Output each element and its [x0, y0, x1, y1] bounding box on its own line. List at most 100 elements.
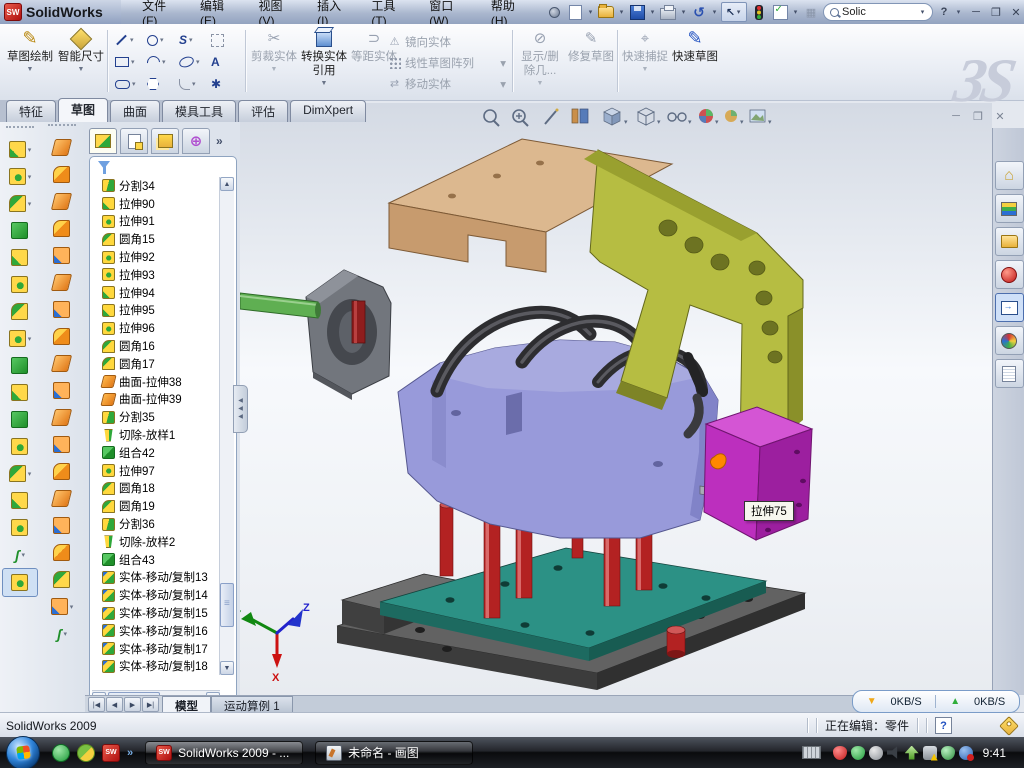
toolbar-grip[interactable]	[48, 124, 76, 132]
keyboard-layout-icon[interactable]	[802, 746, 821, 759]
tag-icon[interactable]	[999, 716, 1019, 736]
first-tab-icon[interactable]: |◀	[88, 697, 105, 712]
appearances-tab[interactable]	[995, 326, 1024, 355]
view-palette-tab[interactable]	[995, 293, 1024, 322]
shell[interactable]	[2, 271, 38, 298]
tree-item-extrude90[interactable]: ▶ 拉伸90	[92, 195, 220, 213]
extend-surface[interactable]	[44, 377, 80, 404]
motion-study-tab[interactable]: 运动算例 1	[211, 696, 293, 713]
tree-item-movecopy13[interactable]: ▶ 实体-移动/复制13	[92, 569, 220, 587]
tree-item-movecopy15[interactable]: ▶ 实体-移动/复制15	[92, 604, 220, 622]
quick-tips-icon[interactable]: ?	[935, 717, 952, 734]
delete-face[interactable]	[44, 431, 80, 458]
quicklaunch-overflow-icon[interactable]: »	[127, 747, 133, 759]
tree-item-extrude91[interactable]: ▶ 拉伸91	[92, 213, 220, 231]
undo-dropdown[interactable]: ▾	[711, 8, 718, 16]
print-icon[interactable]	[659, 3, 677, 21]
tree-item-movecopy17[interactable]: ▶ 实体-移动/复制17	[92, 640, 220, 658]
tree-item-movecopy16[interactable]: ▶ 实体-移动/复制16	[92, 622, 220, 640]
swept-boss[interactable]	[2, 217, 38, 244]
tab-evaluate[interactable]: 评估	[238, 100, 288, 122]
knit-surface[interactable]	[44, 350, 80, 377]
panel-splitter[interactable]: ◀◀◀	[233, 385, 248, 433]
rapid-sketch-button[interactable]: ✎ 快速草图	[671, 28, 719, 65]
extruded-cut[interactable]: ▾	[2, 163, 38, 190]
tree-item-combine42[interactable]: ▶ 组合42	[92, 444, 220, 462]
instant3d[interactable]	[2, 568, 38, 597]
scroll-up-icon[interactable]: ▲	[220, 177, 234, 191]
solidworks-resources-tab[interactable]: ⌂	[995, 161, 1024, 190]
part-clamp-fixture[interactable]	[306, 270, 391, 400]
part-red-cylinder[interactable]	[667, 626, 685, 658]
move-copy-body[interactable]	[2, 433, 38, 460]
thicken[interactable]	[44, 485, 80, 512]
taskbar-button-paint[interactable]: 未命名 - 画图	[315, 741, 473, 765]
lofted-surface[interactable]	[44, 188, 80, 215]
tree-item-cutloft2[interactable]: ▶ 切除-放样2	[92, 533, 220, 551]
rectangle-tool[interactable]: ▾	[112, 51, 144, 73]
model-tab[interactable]: 模型	[162, 696, 211, 713]
design-library-tab[interactable]	[995, 194, 1024, 223]
save-icon[interactable]	[628, 3, 646, 21]
surface-fillet[interactable]	[44, 566, 80, 593]
network-monitor-widget[interactable]: ▼ 0KB/S ▲ 0KB/S	[852, 690, 1020, 713]
pin-toolbar-icon[interactable]	[545, 3, 563, 21]
smart-dimension-button[interactable]: 智能尺寸▼	[57, 28, 105, 74]
new-file-icon[interactable]	[566, 3, 584, 21]
tree-item-combine43[interactable]: ▶ 组合43	[92, 551, 220, 569]
tree-item-movecopy18[interactable]: ▶ 实体-移动/复制18	[92, 658, 220, 675]
tree-item-extrude95[interactable]: ▶ 拉伸95	[92, 302, 220, 320]
volume-icon[interactable]	[887, 746, 901, 760]
swept-surface[interactable]	[44, 134, 80, 161]
tree-item-fillet16[interactable]: ▶ 圆角16	[92, 337, 220, 355]
select-entities-tool[interactable]	[208, 29, 240, 51]
panel-overflow-button[interactable]: »	[213, 134, 226, 148]
property-manager-tab[interactable]	[120, 128, 148, 154]
scroll-down-icon[interactable]: ▼	[220, 661, 234, 675]
convert-entities-button[interactable]: 转换实体引用▼	[300, 28, 348, 88]
planar-surface[interactable]	[44, 269, 80, 296]
tree-item-surface-extrude38[interactable]: ▶ 曲面-拉伸38	[92, 373, 220, 391]
tree-item-extrude94[interactable]: ▶ 拉伸94	[92, 284, 220, 302]
filled-surface[interactable]	[44, 242, 80, 269]
tab-sketch[interactable]: 草图	[58, 98, 108, 122]
save-dropdown[interactable]: ▾	[649, 8, 656, 16]
reference-plane[interactable]: ▾	[2, 460, 38, 487]
tab-surfaces[interactable]: 曲面	[110, 100, 160, 122]
featuremanager-tree-tab[interactable]	[89, 128, 117, 154]
surface-curve[interactable]: ʃ▾	[44, 620, 80, 647]
taskbar-clock[interactable]: 9:41	[983, 746, 1006, 760]
filter-icon[interactable]	[98, 161, 110, 169]
properties-icon[interactable]: ▦	[802, 3, 820, 21]
security-alert-icon[interactable]	[833, 746, 847, 760]
revolved-surface[interactable]	[44, 161, 80, 188]
solidworks-launch-icon[interactable]: SW	[102, 744, 120, 762]
spline-tool[interactable]: S▾	[176, 29, 208, 51]
custom-properties-tab[interactable]	[995, 359, 1024, 388]
restore-button[interactable]: ❐	[988, 5, 1004, 19]
search-box[interactable]: Solic ▾	[823, 3, 933, 21]
arc-tool[interactable]: ▾	[144, 51, 176, 73]
sketch-fillet-tool[interactable]: ▾	[176, 73, 208, 95]
radiate-surface[interactable]	[44, 323, 80, 350]
thickened-cut[interactable]	[44, 512, 80, 539]
defender-icon[interactable]	[941, 746, 955, 760]
close-button[interactable]: ✕	[1008, 5, 1024, 19]
offset-surface[interactable]	[44, 296, 80, 323]
trim-surface[interactable]	[44, 404, 80, 431]
network-warning-icon[interactable]	[923, 746, 937, 760]
tree-item-extrude92[interactable]: ▶ 拉伸92	[92, 248, 220, 266]
start-button[interactable]	[6, 736, 40, 768]
reference-point[interactable]	[2, 514, 38, 541]
last-tab-icon[interactable]: ▶|	[142, 697, 159, 712]
tree-item-split35[interactable]: ▶ 分割35	[92, 408, 220, 426]
open-file-icon[interactable]	[597, 3, 615, 21]
tree-item-split36[interactable]: ▶ 分割36	[92, 515, 220, 533]
taskbar-button-solidworks[interactable]: SW SolidWorks 2009 - ...	[145, 741, 303, 765]
tree-item-fillet17[interactable]: ▶ 圆角17	[92, 355, 220, 373]
options-icon[interactable]	[771, 3, 789, 21]
line-tool[interactable]: ▾	[112, 29, 144, 51]
tree-item-extrude93[interactable]: ▶ 拉伸93	[92, 266, 220, 284]
linear-pattern[interactable]: ▾	[2, 325, 38, 352]
tree-item-cutloft1[interactable]: ▶ 切除-放样1	[92, 426, 220, 444]
